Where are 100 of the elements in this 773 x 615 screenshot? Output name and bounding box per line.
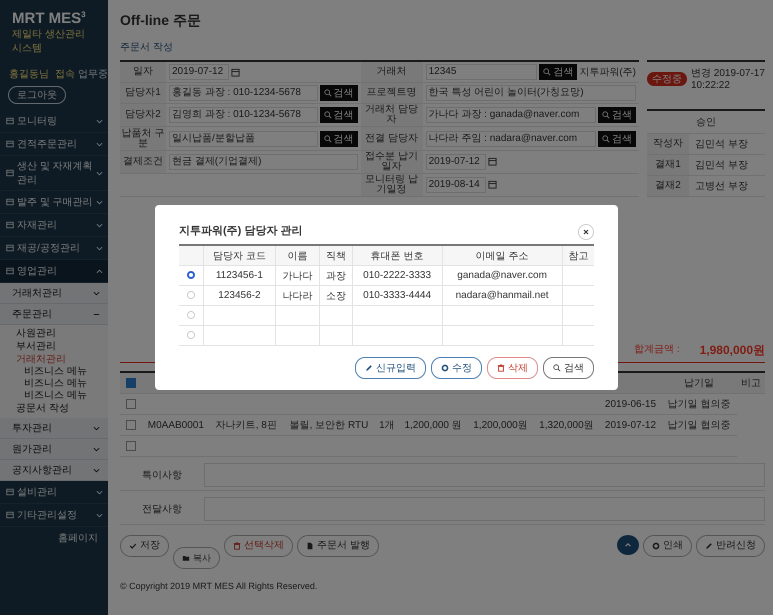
input-field[interactable]: 가나다 과장 : ganada@naver.com (426, 107, 596, 124)
submenu-link[interactable]: 거래처관리 (16, 353, 108, 366)
input-field[interactable]: 김영희 과장 : 010-1234-5678 (169, 107, 318, 124)
search-button[interactable]: 검색 (320, 130, 358, 147)
user-name: 홍길동님 (9, 68, 49, 81)
input-field[interactable]: 한국 특성 어린이 놀이터(가칭요망) (426, 85, 636, 102)
action-button[interactable]: 반려신청 (696, 535, 765, 557)
submenu-link[interactable]: 공문서 작성 (16, 402, 108, 415)
close-button[interactable] (578, 224, 594, 240)
date-field[interactable]: 2019-08-14 (426, 176, 486, 193)
submenu-link[interactable]: 부서관리 (16, 340, 108, 353)
modal-button[interactable]: 삭제 (487, 357, 538, 379)
action-button[interactable]: 인쇄 (643, 535, 692, 557)
approver-name: 김민석 부장 (694, 159, 748, 172)
scroll-top-button[interactable] (617, 535, 639, 555)
submenu-link[interactable]: 비즈니스 메뉴 (16, 366, 108, 378)
field-label: 담당자2 (120, 104, 166, 128)
menu-icon (6, 244, 14, 252)
modal-button[interactable]: 신규입력 (355, 357, 426, 379)
input-field[interactable]: 나다라 주임 : nadara@naver.com (426, 130, 596, 147)
approval-role: 결재2 (647, 176, 689, 196)
action-button[interactable]: 주문서 발행 (297, 535, 379, 557)
approval-role: 작성자 (647, 134, 689, 154)
approver-name: 김민석 부장 (694, 138, 748, 151)
date-field[interactable]: 2019-07-12 (426, 154, 486, 170)
calendar-icon[interactable] (231, 68, 240, 77)
calendar-icon[interactable] (488, 157, 497, 166)
chevron-icon (96, 246, 103, 250)
row-checkbox[interactable] (126, 440, 136, 451)
section-title: 주문서 작성 (120, 41, 174, 54)
search-button[interactable]: 검색 (598, 107, 636, 124)
action-button[interactable]: 복사 (173, 547, 220, 569)
field-label: 프로젝트명 (360, 83, 423, 104)
chevron-icon (96, 512, 103, 518)
field-label: 거래처 (360, 62, 423, 84)
date-field[interactable]: 2019-07-12 (169, 64, 229, 80)
field-label: 일자 (120, 62, 166, 84)
copyright-text: © Copyright 2019 MRT MES All Rights Reserved. (120, 581, 318, 591)
table-cell: 가나다 (275, 266, 320, 286)
column-header: 비고 (736, 372, 765, 394)
folder-icon (182, 554, 190, 562)
field-note: 지투파워(주) (579, 66, 636, 80)
row-checkbox[interactable] (126, 420, 136, 430)
row-checkbox[interactable] (126, 398, 136, 409)
column-header: 납기일 (662, 372, 737, 394)
action-button[interactable]: 저장 (120, 535, 169, 557)
input-field[interactable]: 홍길동 과장 : 010-1234-5678 (169, 85, 318, 102)
menu-icon (6, 221, 14, 229)
field-label: 전결 담당자 (360, 127, 423, 151)
search-icon (324, 134, 332, 143)
search-button[interactable]: 검색 (539, 64, 578, 80)
input-field[interactable]: 12345 (426, 64, 538, 80)
table-cell: 나다라 (275, 286, 320, 306)
home-link[interactable]: 홈페이지 (58, 533, 98, 544)
chevron-up-icon (624, 541, 632, 549)
chevron-icon (93, 468, 100, 472)
chevron-icon (96, 142, 103, 146)
submenu-link[interactable]: 비즈니스 메뉴 (16, 378, 108, 390)
input-field[interactable]: 현금 결제(기업결제) (169, 154, 358, 170)
column-header: 이메일 주소 (442, 245, 562, 266)
document-icon (306, 542, 314, 550)
chevron-icon (96, 170, 103, 176)
logout-button[interactable]: 로그아웃 (8, 86, 66, 104)
search-button[interactable]: 검색 (320, 85, 358, 102)
input-field[interactable]: 일시납품/분할납품 (169, 130, 318, 147)
table-cell: M0AAB0001 (142, 414, 210, 436)
status-badge: 수정중 (647, 72, 687, 86)
search-button[interactable]: 검색 (598, 130, 636, 147)
submenu-link[interactable]: 사원관리 (16, 327, 108, 340)
submenu-link[interactable]: 비즈니스 메뉴 (16, 390, 108, 402)
logo: MRT MES$^{3}$ (12, 10, 87, 27)
modal-button[interactable]: 검색 (543, 357, 594, 379)
search-icon (602, 111, 610, 120)
calendar-icon[interactable] (488, 180, 497, 190)
field-label: 거래처 담당자 (360, 104, 423, 128)
table-cell: 납기일 협의중 (662, 414, 737, 436)
table-cell: 1123456-1 (204, 266, 276, 286)
column-header: 담당자 코드 (204, 245, 276, 266)
field-label: 전달사항 (141, 503, 183, 516)
search-button[interactable]: 검색 (320, 107, 358, 124)
radio-button[interactable] (187, 271, 195, 280)
chevron-icon (96, 222, 103, 228)
menu-icon (6, 488, 14, 496)
chevron-icon (96, 490, 103, 494)
pencil-icon (705, 542, 713, 550)
action-button[interactable]: 선택삭제 (224, 535, 293, 557)
select-all-checkbox[interactable] (126, 378, 136, 388)
column-header: 휴대폰 번호 (352, 245, 442, 266)
menu-icon (6, 169, 14, 177)
chevron-icon (93, 290, 100, 296)
table-cell: 볼릴, 보안한 RTU (282, 414, 376, 436)
table-cell: 010-2222-3333 (352, 266, 442, 286)
menu-icon (6, 117, 14, 125)
modal-button[interactable]: 수정 (431, 357, 482, 379)
total-label: 합계금액 : (634, 343, 680, 357)
approval-role: 결재1 (647, 155, 689, 175)
table-cell: 납기일 협의중 (662, 394, 737, 414)
table-cell: 1,200,000원 (468, 414, 534, 436)
field-label: 납품처 구분 (120, 127, 166, 151)
menu-item[interactable]: 영업관리 (0, 260, 108, 283)
